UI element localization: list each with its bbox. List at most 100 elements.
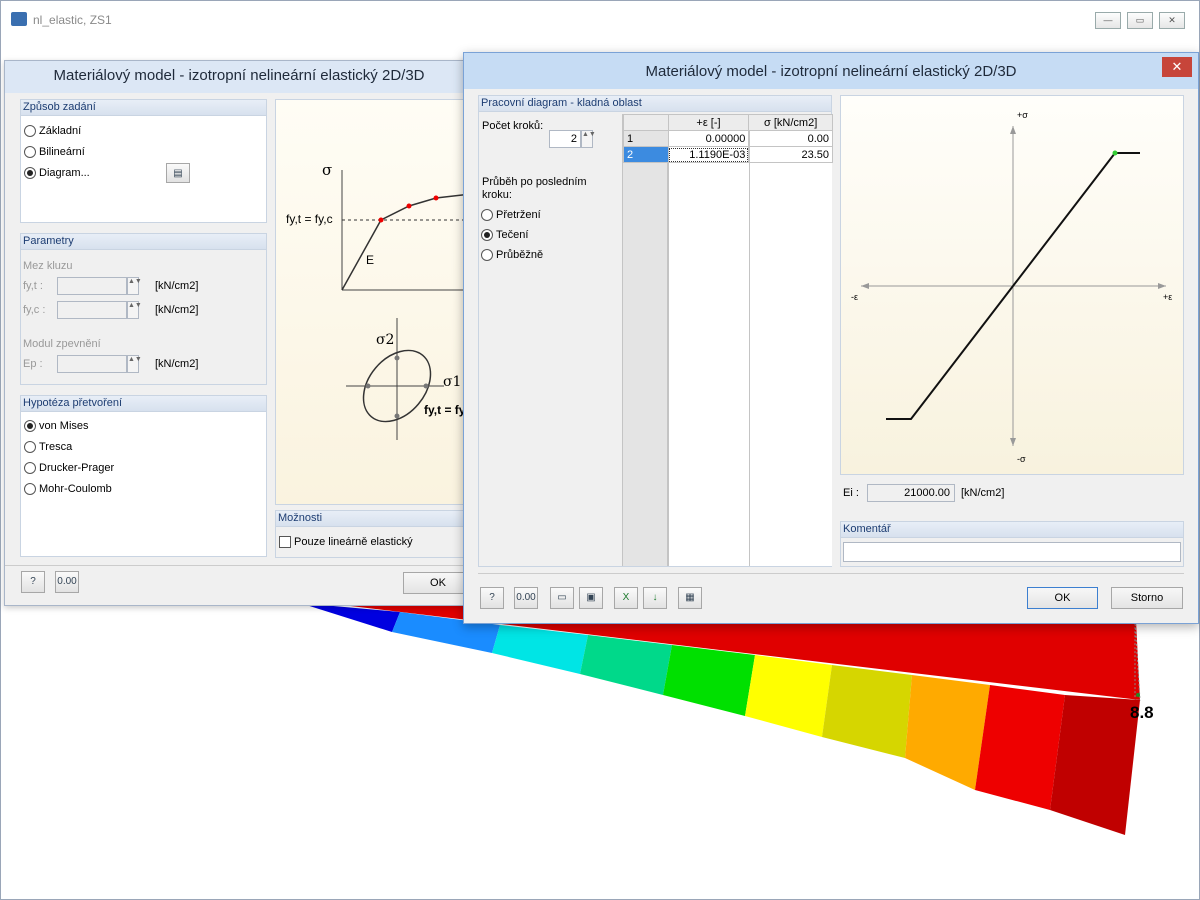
hypothesis-group: Hypotéza přetvoření von Mises Tresca Dru… [20,395,267,557]
fyt-spinner[interactable]: ▲▼ [127,277,142,295]
dialog-right-title: Materiálový model - izotropní nelineární… [464,53,1198,89]
radio-yielding[interactable]: Tečení [481,226,528,244]
material-dialog-front: Materiálový model - izotropní nelineární… [463,52,1199,624]
fyc-input[interactable] [57,301,127,319]
steps-input[interactable]: 2 [549,130,581,148]
excel-import-icon[interactable]: ↓ [643,587,667,609]
ep-unit: [kN/cm2] [155,358,199,370]
radio-von-mises-label: von Mises [39,420,89,432]
units-button-left[interactable]: 0.00 [55,571,79,593]
input-method-group: Způsob zadání Základní Bilineární Diagra… [20,99,267,223]
radio-yielding-label: Tečení [496,229,529,241]
help-button[interactable]: ? [480,587,504,609]
plot-band-10 [1050,695,1140,835]
options-header: Možnosti [276,511,469,527]
radio-tresca[interactable]: Tresca [24,438,72,456]
fyc-spinner[interactable]: ▲▼ [127,301,142,319]
radio-continuous[interactable]: Průběžně [481,246,543,264]
fyt-input[interactable] [57,277,127,295]
radio-basic-label: Základní [39,125,82,137]
working-diagram-group: Pracovní diagram - kladná oblast Počet k… [478,95,833,567]
edit-diagram-button[interactable]: ▤ [166,163,190,183]
radio-drucker-prager[interactable]: Drucker-Prager [24,459,114,477]
comment-input[interactable] [843,542,1181,562]
linear-only-checkbox-row[interactable]: Pouze lineárně elastický [279,536,413,548]
radio-bilinear-label: Bilineární [39,146,85,158]
radio-mohr-coulomb-circle[interactable] [24,483,36,495]
table-cell-eps[interactable]: 0.00000 [667,130,750,147]
stress-strain-illustration: σ fy,t = fy,c E σ2 σ1 fy,t = fy [286,161,472,440]
fyt-label: fy,t : [23,280,43,292]
table-col-divider-2 [668,114,669,566]
steps-spinner[interactable]: ▲▼ [581,130,596,148]
table-corner [623,114,669,131]
input-method-header: Způsob zadání [21,100,266,116]
ill-sigma-label: σ [322,161,332,179]
after-last-label: Průběh po posledním kroku: [482,176,587,201]
radio-basic-circle[interactable] [24,125,36,137]
cancel-button[interactable]: Storno [1111,587,1183,609]
ill-point-3 [433,195,439,201]
working-diagram-header: Pracovní diagram - kladná oblast [479,96,831,112]
table-row-number[interactable]: 1 [623,130,669,147]
linear-only-label: Pouze lineárně elastický [294,536,413,548]
stress-strain-diagram-panel: +σ -σ -ε +ε [840,95,1184,475]
ei-input[interactable]: 21000.00 [867,484,955,502]
calculator-icon[interactable]: ▦ [678,587,702,609]
pos-eps-label: +ε [1163,292,1172,302]
plot-band-7 [822,665,912,758]
ill-fy-label: fy,t = fy,c [286,212,333,226]
close-dialog-button[interactable]: ✕ [1162,57,1192,77]
table-row-number[interactable]: 2 [623,146,669,163]
excel-export-icon[interactable]: X [614,587,638,609]
plot-band-5 [663,645,755,716]
ill-point-2 [406,203,412,209]
radio-tresca-circle[interactable] [24,441,36,453]
ep-input[interactable] [57,355,127,373]
radio-mohr-coulomb[interactable]: Mohr-Coulomb [24,480,112,498]
dialog-left-title: Materiálový model - izotropní nelineární… [5,61,473,93]
ill-ep-2 [394,413,400,419]
ok-button[interactable]: OK [1027,587,1098,609]
radio-drucker-prager-circle[interactable] [24,462,36,474]
radio-rupture[interactable]: Přetržení [481,206,541,224]
table-row[interactable]: 2 1.1190E-03 23.50 [623,146,833,163]
radio-diagram[interactable]: Diagram... [24,164,90,182]
sigma-axis-arrow-bottom [1010,438,1016,446]
table-row-header-col [623,114,668,566]
hypothesis-header: Hypotéza přetvoření [21,396,266,412]
table-header-eps: +ε [-] [667,114,750,131]
pos-sigma-label: +σ [1017,110,1028,120]
neg-eps-label: -ε [851,292,858,302]
units-button[interactable]: 0.00 [514,587,538,609]
radio-continuous-circle[interactable] [481,249,493,261]
ei-unit: [kN/cm2] [961,487,1005,499]
radio-diagram-circle[interactable] [24,167,36,179]
radio-rupture-circle[interactable] [481,209,493,221]
fyc-unit: [kN/cm2] [155,304,199,316]
table-cell-eps[interactable]: 1.1190E-03 [667,146,750,163]
radio-bilinear-circle[interactable] [24,146,36,158]
table-row[interactable]: 1 0.00000 0.00 [623,130,833,147]
comment-group: Komentář [840,521,1184,567]
open-folder-icon[interactable]: ▭ [550,587,574,609]
ill-sigma2-label: σ2 [376,332,394,348]
steps-label: Počet kroků: [482,120,544,132]
help-button-left[interactable]: ? [21,571,45,593]
table-cell-sigma[interactable]: 23.50 [748,146,833,163]
radio-rupture-label: Přetržení [496,209,541,221]
ep-spinner[interactable]: ▲▼ [127,355,142,373]
radio-von-mises-circle[interactable] [24,420,36,432]
table-cell-sigma[interactable]: 0.00 [748,130,833,147]
plot-node [1136,693,1140,697]
parameters-group: Parametry Mez kluzu fy,t : ▲▼ [kN/cm2] f… [20,233,267,385]
radio-basic[interactable]: Základní [24,122,81,140]
fyc-label: fy,c : [23,304,46,316]
linear-only-checkbox[interactable] [279,536,291,548]
radio-yielding-circle[interactable] [481,229,493,241]
steps-table: +ε [-] σ [kN/cm2] 1 0.00000 0.00 2 1.119… [622,114,833,566]
radio-von-mises[interactable]: von Mises [24,417,89,435]
plot-band-4 [580,635,672,695]
radio-bilinear[interactable]: Bilineární [24,143,85,161]
save-icon[interactable]: ▣ [579,587,603,609]
